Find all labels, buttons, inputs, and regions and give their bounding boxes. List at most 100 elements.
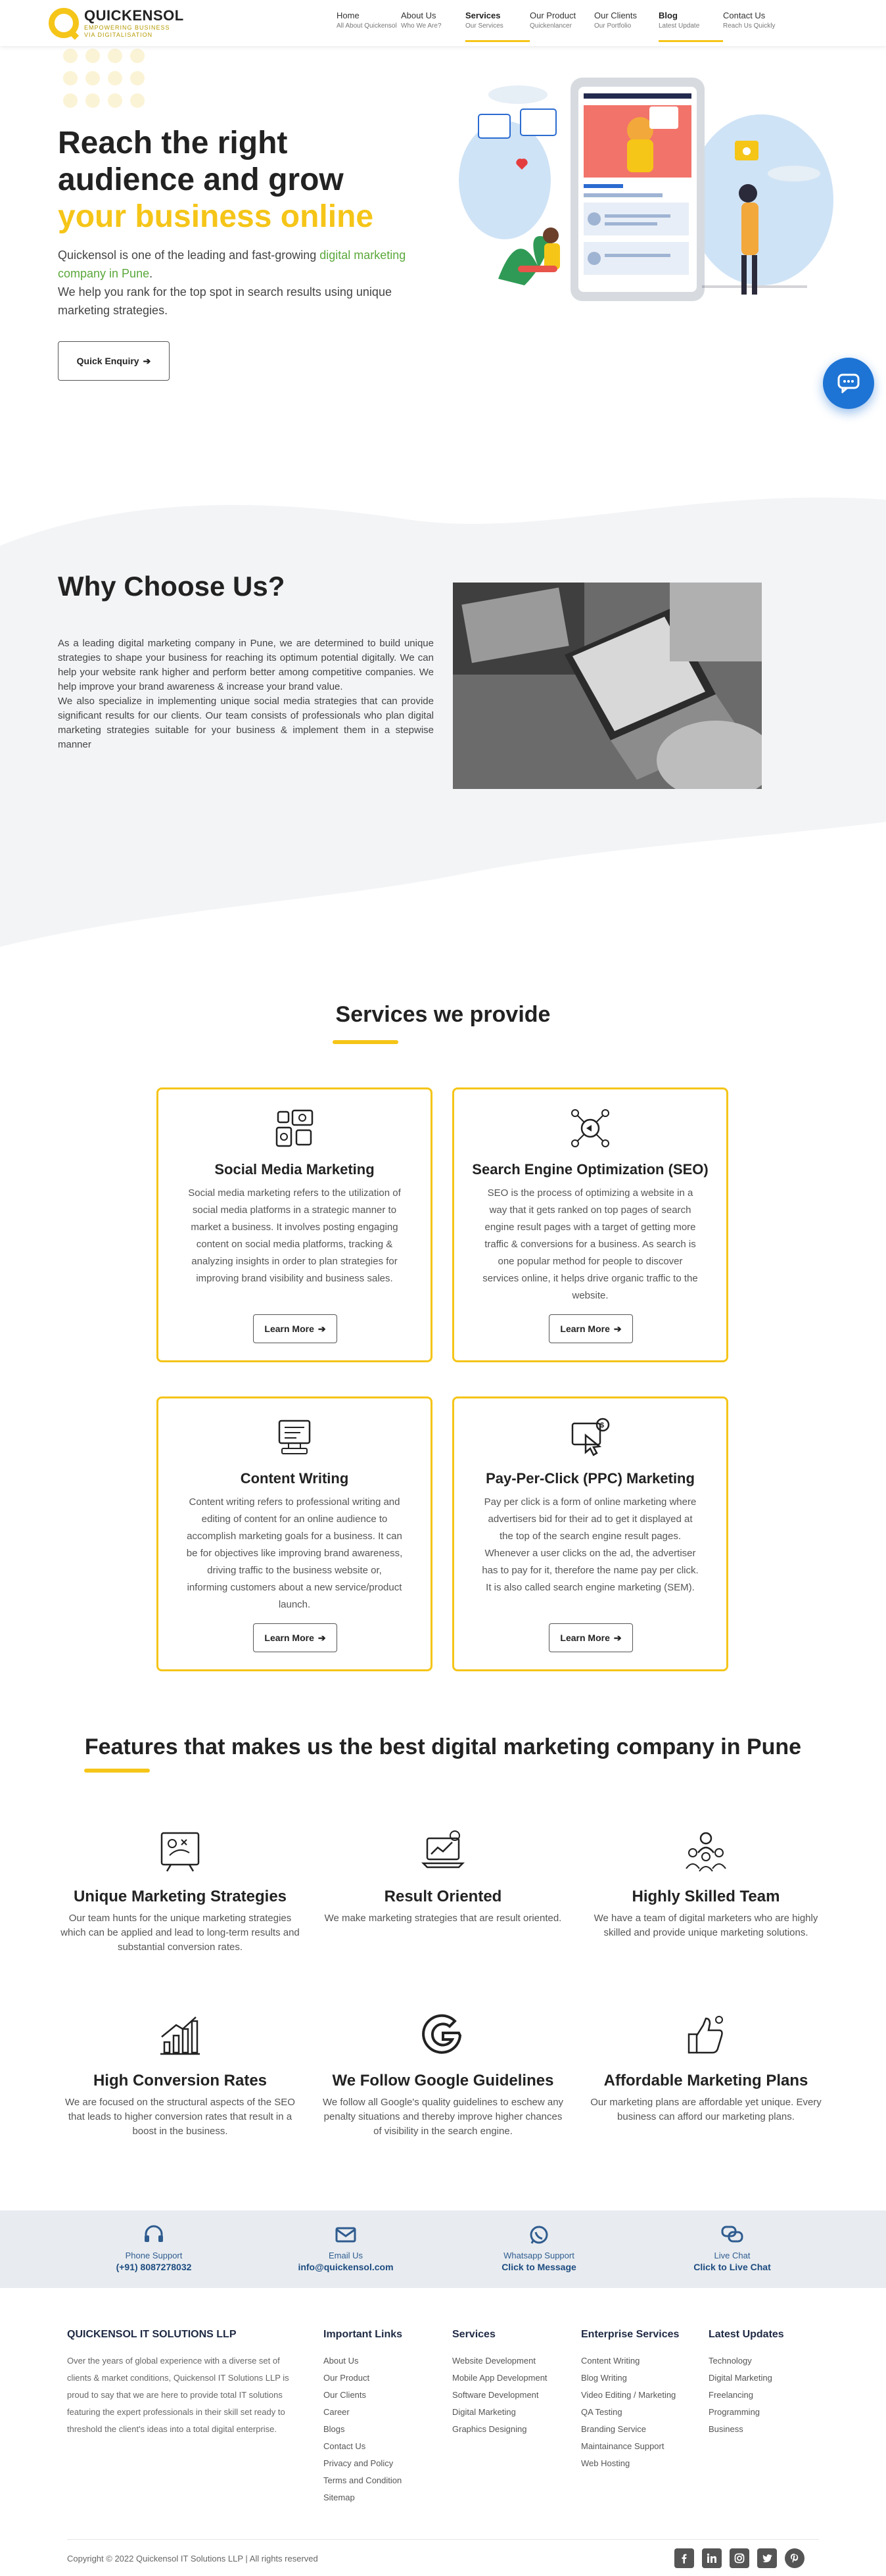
google-icon xyxy=(422,2014,462,2054)
footer-link[interactable]: Programming xyxy=(709,2404,784,2421)
footer-link[interactable]: Maintainance Support xyxy=(581,2438,679,2455)
feature-result-oriented: Result Oriented We make marketing strate… xyxy=(318,1829,568,1926)
heading-underline xyxy=(333,1040,398,1044)
page: QUICKENSOL EMPOWERING BUSINESS VIA DIGIT… xyxy=(0,0,886,2576)
feature-title: High Conversion Rates xyxy=(93,2072,268,2089)
contact-email[interactable]: Email Us info@quickensol.com xyxy=(267,2225,425,2272)
footer-link[interactable]: Graphics Designing xyxy=(452,2421,548,2438)
chat-widget-button[interactable] xyxy=(823,358,874,409)
nav-item-product[interactable]: Our Product Quickenlancer xyxy=(530,11,594,42)
nav-sub: Who We Are? xyxy=(401,22,442,30)
copyright-text: Copyright © 2022 Quickensol IT Solutions… xyxy=(67,2554,318,2564)
arrow-right-icon: ➔ xyxy=(317,1632,326,1643)
nav-label: Contact Us xyxy=(723,11,766,20)
footer-link[interactable]: Terms and Condition xyxy=(323,2472,402,2489)
nav-sub: Quickenlancer xyxy=(530,22,572,30)
hero-heading-line: Reach the right xyxy=(58,126,288,160)
nav-label: Home xyxy=(337,11,360,20)
learn-more-button[interactable]: Learn More ➔ xyxy=(549,1314,633,1343)
nav-label: Our Clients xyxy=(594,11,638,20)
footer-link[interactable]: Technology xyxy=(709,2352,784,2370)
hero-heading: Reach the right audience and grow your b… xyxy=(58,125,373,235)
footer-company-title: QUICKENSOL IT SOLUTIONS LLP xyxy=(67,2329,237,2340)
contact-label: Live Chat xyxy=(714,2251,751,2260)
footer-important-links: Important Links About Us Our Product Our… xyxy=(323,2329,402,2506)
service-title: Content Writing xyxy=(240,1470,349,1487)
result-laptop-icon xyxy=(421,1830,465,1869)
nav-item-contact[interactable]: Contact Us Reach Us Quickly xyxy=(723,11,787,42)
nav-item-services[interactable]: Services Our Services xyxy=(465,11,530,42)
footer-link[interactable]: Career xyxy=(323,2404,402,2421)
feature-unique-strategies: Unique Marketing Strategies Our team hun… xyxy=(55,1829,305,1955)
nav-sub: Our Portfolio xyxy=(594,22,632,30)
nav-item-clients[interactable]: Our Clients Our Portfolio xyxy=(594,11,659,42)
learn-more-button[interactable]: Learn More ➔ xyxy=(549,1623,633,1652)
nav-sub: Reach Us Quickly xyxy=(723,22,776,30)
service-card-seo: Search Engine Optimization (SEO) SEO is … xyxy=(452,1087,728,1362)
footer-link[interactable]: About Us xyxy=(323,2352,402,2370)
footer-services: Services Website Development Mobile App … xyxy=(452,2329,548,2438)
footer-link[interactable]: Our Clients xyxy=(323,2387,402,2404)
linkedin-icon[interactable] xyxy=(702,2548,722,2568)
svg-text:$: $ xyxy=(600,1421,604,1429)
nav-item-home[interactable]: Home All About Quickensol xyxy=(337,11,401,42)
footer-link[interactable]: Website Development xyxy=(452,2352,548,2370)
footer-link[interactable]: Digital Marketing xyxy=(452,2404,548,2421)
hero-heading-line: audience and grow xyxy=(58,162,344,197)
footer-column-title: Latest Updates xyxy=(709,2329,784,2340)
pinterest-icon[interactable] xyxy=(785,2548,804,2568)
why-choose-heading: Why Choose Us? xyxy=(58,571,285,602)
footer-link[interactable]: Blog Writing xyxy=(581,2370,679,2387)
hero-text: . xyxy=(149,267,153,280)
learn-more-button[interactable]: Learn More ➔ xyxy=(253,1623,337,1652)
feature-google-guidelines: We Follow Google Guidelines We follow al… xyxy=(318,2013,568,2139)
footer-link[interactable]: Freelancing xyxy=(709,2387,784,2404)
hero-description: Quickensol is one of the leading and fas… xyxy=(58,246,413,320)
contact-label: Phone Support xyxy=(125,2251,183,2260)
chat-bubbles-icon xyxy=(721,2226,743,2243)
logo-icon xyxy=(49,8,79,38)
contact-value: Click to Message xyxy=(501,2262,576,2272)
feature-high-conversion: High Conversion Rates We are focused on … xyxy=(55,2013,305,2139)
nav-sub: Our Services xyxy=(465,22,503,30)
hero-illustration xyxy=(459,78,833,301)
contact-whatsapp[interactable]: Whatsapp Support Click to Message xyxy=(460,2225,618,2272)
footer-link[interactable]: Mobile App Development xyxy=(452,2370,548,2387)
facebook-icon[interactable] xyxy=(674,2548,694,2568)
footer-link[interactable]: Privacy and Policy xyxy=(323,2455,402,2472)
contact-label: Email Us xyxy=(328,2251,363,2260)
hero-heading-highlight: your business online xyxy=(58,199,374,234)
twitter-icon[interactable] xyxy=(757,2548,777,2568)
contact-value: Click to Live Chat xyxy=(693,2262,771,2272)
footer-link[interactable]: Content Writing xyxy=(581,2352,679,2370)
learn-more-button[interactable]: Learn More ➔ xyxy=(253,1314,337,1343)
service-title: Pay-Per-Click (PPC) Marketing xyxy=(486,1470,695,1487)
footer-link[interactable]: Contact Us xyxy=(323,2438,402,2455)
chat-icon xyxy=(837,373,860,393)
footer-link[interactable]: Blogs xyxy=(323,2421,402,2438)
footer-link[interactable]: Web Hosting xyxy=(581,2455,679,2472)
footer-link[interactable]: Digital Marketing xyxy=(709,2370,784,2387)
contact-phone[interactable]: Phone Support (+91) 8087278032 xyxy=(75,2225,233,2272)
brand-tagline: EMPOWERING BUSINESS xyxy=(84,24,170,31)
decorative-dots xyxy=(63,49,149,121)
nav-item-about[interactable]: About Us Who We Are? xyxy=(401,11,465,42)
button-label: Learn More xyxy=(560,1633,610,1643)
footer-link[interactable]: Video Editing / Marketing xyxy=(581,2387,679,2404)
footer-link[interactable]: Business xyxy=(709,2421,784,2438)
quick-enquiry-button[interactable]: Quick Enquiry ➔ xyxy=(58,341,170,381)
footer-link[interactable]: Software Development xyxy=(452,2387,548,2404)
button-label: Learn More xyxy=(264,1633,314,1643)
footer-link[interactable]: Sitemap xyxy=(323,2489,402,2506)
instagram-icon[interactable] xyxy=(730,2548,749,2568)
footer-link[interactable]: QA Testing xyxy=(581,2404,679,2421)
footer-link[interactable]: Branding Service xyxy=(581,2421,679,2438)
footer-link[interactable]: Our Product xyxy=(323,2370,402,2387)
seo-network-icon xyxy=(571,1109,609,1147)
service-card-social-media: Social Media Marketing Social media mark… xyxy=(156,1087,432,1362)
arrow-right-icon: ➔ xyxy=(613,1323,622,1334)
logo[interactable]: QUICKENSOL EMPOWERING BUSINESS VIA DIGIT… xyxy=(49,4,184,42)
nav-item-blog[interactable]: Blog Latest Update xyxy=(659,11,723,42)
contact-live-chat[interactable]: Live Chat Click to Live Chat xyxy=(653,2225,811,2272)
feature-title: Affordable Marketing Plans xyxy=(603,2072,808,2089)
